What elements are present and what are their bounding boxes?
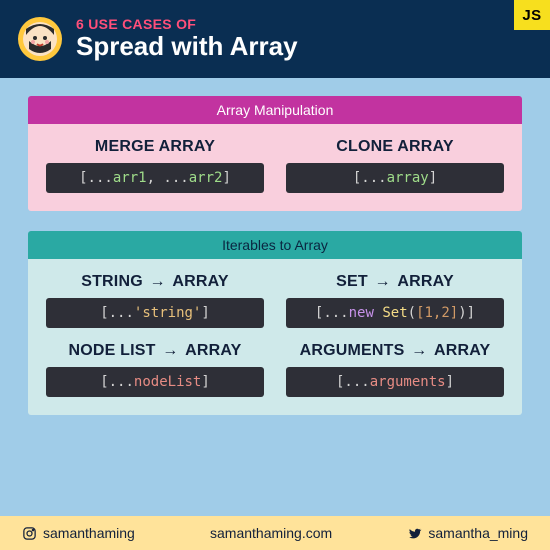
- footer: samanthaming samanthaming.com samantha_m…: [0, 516, 550, 550]
- card-clone-array: CLONE ARRAY [...array]: [286, 138, 504, 193]
- card-merge-array: MERGE ARRAY [...arr1, ...arr2]: [46, 138, 264, 193]
- arrow-icon: →: [370, 273, 396, 290]
- panel-body: MERGE ARRAY [...arr1, ...arr2] CLONE ARR…: [28, 124, 522, 211]
- card-title: CLONE ARRAY: [286, 138, 504, 156]
- panel-heading: Array Manipulation: [28, 96, 522, 124]
- panel-heading: Iterables to Array: [28, 231, 522, 259]
- card-title: NODE LIST → ARRAY: [46, 342, 264, 360]
- code-snippet: [...arguments]: [286, 367, 504, 397]
- twitter-icon: [407, 526, 422, 541]
- twitter-handle: samantha_ming: [407, 525, 528, 541]
- page-subtitle: 6 USE CASES OF: [76, 17, 298, 32]
- avatar: [18, 17, 62, 61]
- code-snippet: [...nodeList]: [46, 367, 264, 397]
- panel-iterables-to-array: Iterables to Array STRING → ARRAY [...'s…: [28, 231, 522, 415]
- instagram-handle: samanthaming: [22, 525, 135, 541]
- arrow-icon: →: [407, 342, 433, 359]
- card-row: MERGE ARRAY [...arr1, ...arr2] CLONE ARR…: [46, 138, 504, 193]
- instagram-icon: [22, 526, 37, 541]
- content: Array Manipulation MERGE ARRAY [...arr1,…: [0, 78, 550, 415]
- card-title: SET → ARRAY: [286, 273, 504, 291]
- card-string-to-array: STRING → ARRAY [...'string']: [46, 273, 264, 328]
- card-row: STRING → ARRAY [...'string'] SET → ARRAY…: [46, 273, 504, 328]
- card-title: ARGUMENTS → ARRAY: [286, 342, 504, 360]
- card-title: MERGE ARRAY: [46, 138, 264, 156]
- code-snippet: [...new Set([1,2])]: [286, 298, 504, 328]
- arrow-icon: →: [145, 273, 171, 290]
- page-title: Spread with Array: [76, 32, 298, 61]
- instagram-text: samanthaming: [43, 525, 135, 541]
- card-nodelist-to-array: NODE LIST → ARRAY [...nodeList]: [46, 342, 264, 397]
- site-url: samanthaming.com: [210, 525, 332, 541]
- twitter-text: samantha_ming: [428, 525, 528, 541]
- card-title: STRING → ARRAY: [46, 273, 264, 291]
- title-block: 6 USE CASES OF Spread with Array: [76, 17, 298, 61]
- panel-body: STRING → ARRAY [...'string'] SET → ARRAY…: [28, 259, 522, 415]
- card-set-to-array: SET → ARRAY [...new Set([1,2])]: [286, 273, 504, 328]
- card-row: NODE LIST → ARRAY [...nodeList] ARGUMENT…: [46, 342, 504, 397]
- js-badge: JS: [514, 0, 550, 30]
- code-snippet: [...'string']: [46, 298, 264, 328]
- card-arguments-to-array: ARGUMENTS → ARRAY [...arguments]: [286, 342, 504, 397]
- arrow-icon: →: [158, 342, 184, 359]
- code-snippet: [...arr1, ...arr2]: [46, 163, 264, 193]
- panel-array-manipulation: Array Manipulation MERGE ARRAY [...arr1,…: [28, 96, 522, 211]
- header: 6 USE CASES OF Spread with Array JS: [0, 0, 550, 78]
- code-snippet: [...array]: [286, 163, 504, 193]
